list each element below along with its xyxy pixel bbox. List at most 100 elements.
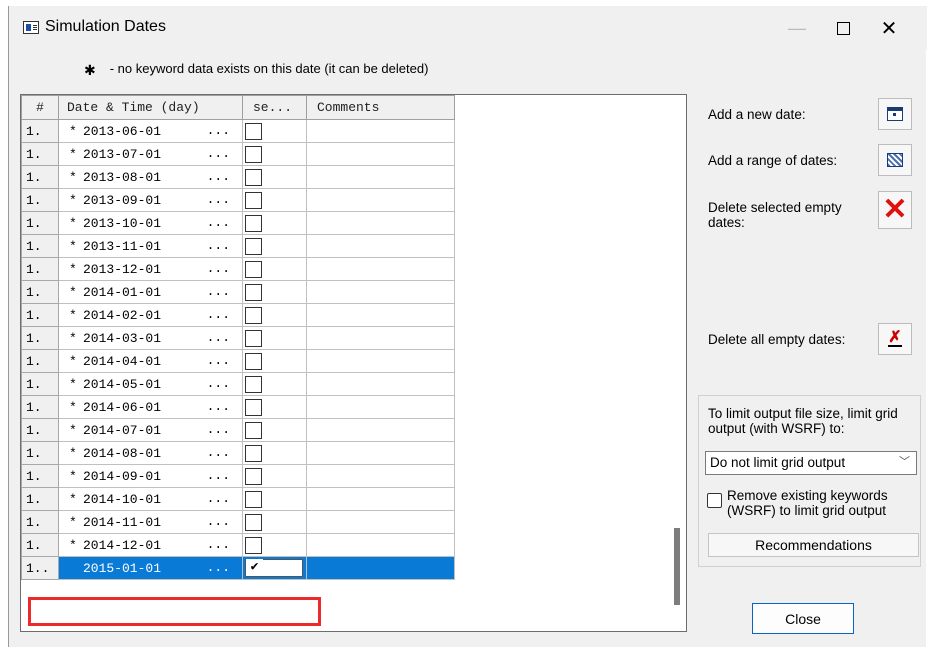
row-number[interactable]: 1.: [21, 188, 59, 212]
row-select-checkbox[interactable]: [245, 375, 262, 393]
row-number[interactable]: 1.: [21, 326, 59, 350]
table-row[interactable]: 1.. 2015-01-01... ✔: [21, 556, 455, 580]
vertical-scrollbar-thumb[interactable]: [674, 528, 680, 605]
date-picker-ellipsis[interactable]: ...: [207, 146, 230, 161]
date-picker-ellipsis[interactable]: ...: [207, 238, 230, 253]
table-row[interactable]: 1. * 2013-07-01...: [21, 142, 455, 166]
delete-selected-button[interactable]: ✕: [878, 191, 912, 229]
date-picker-ellipsis[interactable]: ...: [207, 376, 230, 391]
column-header-comments[interactable]: Comments: [306, 95, 455, 120]
add-range-button[interactable]: [878, 144, 912, 176]
date-cell[interactable]: * 2014-03-01...: [58, 326, 243, 350]
comment-cell[interactable]: [306, 165, 455, 189]
table-row[interactable]: 1. * 2014-06-01...: [21, 395, 455, 419]
comment-cell[interactable]: [306, 349, 455, 373]
comment-cell[interactable]: [306, 556, 455, 580]
row-number[interactable]: 1..: [21, 556, 59, 580]
row-select-checkbox[interactable]: ✔: [246, 559, 263, 576]
delete-all-button[interactable]: ✗: [878, 323, 912, 355]
date-picker-ellipsis[interactable]: ...: [207, 284, 230, 299]
dates-grid[interactable]: # Date & Time (day) se... Comments 1. * 20…: [20, 94, 687, 632]
date-cell[interactable]: * 2014-05-01...: [58, 372, 243, 396]
row-select-checkbox[interactable]: [245, 191, 262, 209]
date-cell[interactable]: * 2014-07-01...: [58, 418, 243, 442]
row-number[interactable]: 1.: [21, 280, 59, 304]
column-header-select[interactable]: se...: [242, 95, 307, 120]
table-row[interactable]: 1. * 2014-04-01...: [21, 349, 455, 373]
date-cell[interactable]: * 2014-06-01...: [58, 395, 243, 419]
comment-cell[interactable]: [306, 418, 455, 442]
date-picker-ellipsis[interactable]: ...: [207, 445, 230, 460]
row-select-checkbox[interactable]: [245, 122, 262, 140]
row-number[interactable]: 1.: [21, 487, 59, 511]
table-row[interactable]: 1. * 2013-08-01...: [21, 165, 455, 189]
row-select-checkbox[interactable]: [245, 283, 262, 301]
row-number[interactable]: 1.: [21, 510, 59, 534]
row-select-checkbox[interactable]: [245, 490, 262, 508]
date-picker-ellipsis[interactable]: ...: [207, 491, 230, 506]
row-number[interactable]: 1.: [21, 165, 59, 189]
column-header-number[interactable]: #: [21, 95, 59, 120]
row-number[interactable]: 1.: [21, 119, 59, 143]
grid-output-select[interactable]: Do not limit grid output ﹀: [705, 451, 917, 475]
title-bar[interactable]: Simulation Dates — ✕: [9, 6, 927, 50]
table-row[interactable]: 1. * 2013-11-01...: [21, 234, 455, 258]
row-number[interactable]: 1.: [21, 142, 59, 166]
table-row[interactable]: 1. * 2014-09-01...: [21, 464, 455, 488]
table-row[interactable]: 1. * 2014-10-01...: [21, 487, 455, 511]
comment-cell[interactable]: [306, 142, 455, 166]
date-cell[interactable]: * 2013-09-01...: [58, 188, 243, 212]
date-picker-ellipsis[interactable]: ...: [207, 169, 230, 184]
row-select-checkbox[interactable]: [245, 421, 262, 439]
comment-cell[interactable]: [306, 326, 455, 350]
row-select-checkbox[interactable]: [245, 237, 262, 255]
row-number[interactable]: 1.: [21, 257, 59, 281]
row-number[interactable]: 1.: [21, 464, 59, 488]
comment-cell[interactable]: [306, 395, 455, 419]
row-select-checkbox[interactable]: [245, 214, 262, 232]
row-select-checkbox[interactable]: [245, 398, 262, 416]
date-picker-ellipsis[interactable]: ...: [207, 330, 230, 345]
date-picker-ellipsis[interactable]: ...: [207, 261, 230, 276]
date-cell[interactable]: 2015-01-01...: [58, 556, 243, 580]
date-picker-ellipsis[interactable]: ...: [207, 307, 230, 322]
column-header-date[interactable]: Date & Time (day): [58, 95, 243, 120]
date-cell[interactable]: * 2014-12-01...: [58, 533, 243, 557]
comment-cell[interactable]: [306, 211, 455, 235]
table-row[interactable]: 1. * 2014-07-01...: [21, 418, 455, 442]
comment-cell[interactable]: [306, 303, 455, 327]
table-row[interactable]: 1. * 2014-12-01...: [21, 533, 455, 557]
row-select-checkbox[interactable]: [245, 306, 262, 324]
date-cell[interactable]: * 2013-10-01...: [58, 211, 243, 235]
comment-cell[interactable]: [306, 280, 455, 304]
row-number[interactable]: 1.: [21, 441, 59, 465]
date-cell[interactable]: * 2014-04-01...: [58, 349, 243, 373]
add-date-button[interactable]: [878, 98, 912, 130]
comment-cell[interactable]: [306, 533, 455, 557]
comment-cell[interactable]: [306, 510, 455, 534]
date-cell[interactable]: * 2014-09-01...: [58, 464, 243, 488]
close-window-button[interactable]: ✕: [866, 6, 912, 50]
row-select-checkbox[interactable]: [245, 444, 262, 462]
date-cell[interactable]: * 2014-01-01...: [58, 280, 243, 304]
comment-cell[interactable]: [306, 188, 455, 212]
remove-keywords-checkbox[interactable]: [707, 493, 722, 508]
recommendations-button[interactable]: Recommendations: [708, 533, 919, 557]
minimize-button[interactable]: —: [774, 6, 820, 50]
row-number[interactable]: 1.: [21, 234, 59, 258]
table-row[interactable]: 1. * 2014-01-01...: [21, 280, 455, 304]
date-cell[interactable]: * 2014-02-01...: [58, 303, 243, 327]
table-row[interactable]: 1. * 2014-05-01...: [21, 372, 455, 396]
row-number[interactable]: 1.: [21, 211, 59, 235]
date-cell[interactable]: * 2013-11-01...: [58, 234, 243, 258]
date-picker-ellipsis[interactable]: ...: [207, 560, 230, 575]
date-picker-ellipsis[interactable]: ...: [207, 353, 230, 368]
row-number[interactable]: 1.: [21, 533, 59, 557]
maximize-button[interactable]: [820, 6, 866, 50]
date-picker-ellipsis[interactable]: ...: [207, 399, 230, 414]
comment-cell[interactable]: [306, 119, 455, 143]
row-select-checkbox[interactable]: [245, 260, 262, 278]
date-picker-ellipsis[interactable]: ...: [207, 215, 230, 230]
table-row[interactable]: 1. * 2014-11-01...: [21, 510, 455, 534]
comment-cell[interactable]: [306, 441, 455, 465]
